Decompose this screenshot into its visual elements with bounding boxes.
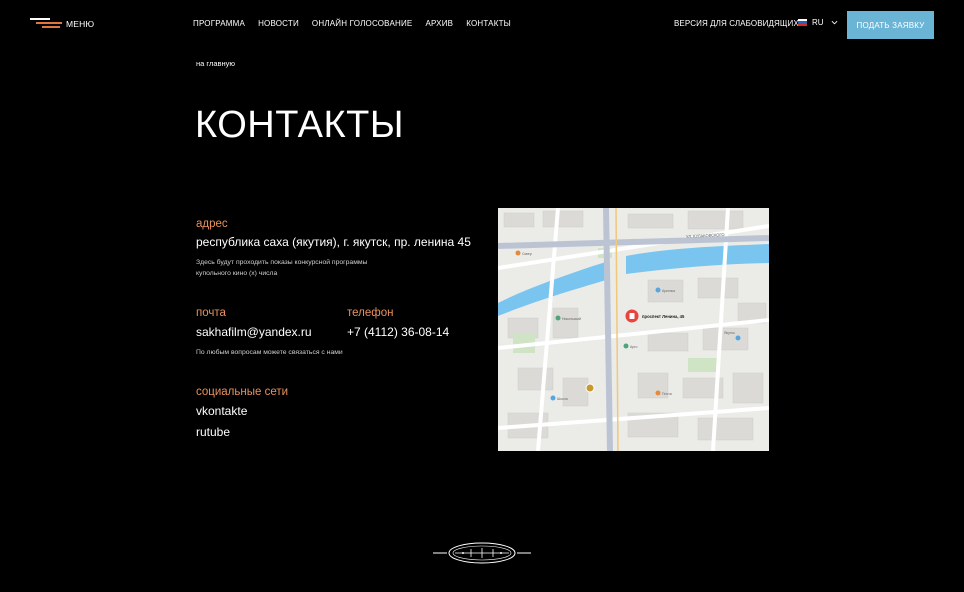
accessibility-version-link[interactable]: ВЕРСИЯ ДЛЯ СЛАБОВИДЯЩИХ	[674, 19, 799, 28]
contact-note: По любым вопросам можете связаться с нам…	[196, 349, 343, 356]
russia-flag-icon	[798, 19, 807, 26]
map-place-label: Арктика	[662, 289, 675, 293]
map-pin-label: проспект Ленина, 45	[642, 314, 685, 319]
map-place-label: Почта	[662, 392, 672, 396]
phone-link[interactable]: +7 (4112) 36-08-14	[347, 325, 449, 339]
chevron-down-icon	[831, 20, 837, 25]
vkontakte-link[interactable]: vkontakte	[196, 404, 247, 418]
address-value: республика саха (якутия), г. якутск, пр.…	[196, 235, 471, 249]
phone-label: телефон	[347, 307, 394, 319]
email-label: почта	[196, 307, 226, 319]
submit-application-button[interactable]: ПОДАТЬ ЗАЯВКУ	[847, 11, 934, 39]
main-nav: ПРОГРАММА НОВОСТИ ОНЛАЙН ГОЛОСОВАНИЕ АРХ…	[193, 19, 524, 28]
address-note-line-2: купольного кино (х) числа	[196, 270, 278, 277]
rutube-link[interactable]: rutube	[196, 425, 230, 439]
menu-button[interactable]: МЕНЮ	[30, 17, 94, 31]
language-label: RU	[812, 18, 824, 27]
location-pin-icon	[625, 309, 639, 323]
nav-contacts[interactable]: КОНТАКТЫ	[466, 19, 511, 28]
header: МЕНЮ ПРОГРАММА НОВОСТИ ОНЛАЙН ГОЛОСОВАНИ…	[0, 0, 964, 48]
nav-online-voting[interactable]: ОНЛАЙН ГОЛОСОВАНИЕ	[312, 19, 413, 28]
footer-ornament-icon	[433, 542, 531, 564]
language-selector[interactable]: RU	[798, 18, 838, 27]
email-link[interactable]: sakhafilm@yandex.ru	[196, 325, 312, 339]
hamburger-icon	[30, 17, 62, 31]
nav-news[interactable]: НОВОСТИ	[258, 19, 299, 28]
map-place-label: Сквер	[522, 252, 532, 256]
nav-archive[interactable]: АРХИВ	[425, 19, 453, 28]
address-note-line-1: Здесь будут проходить показы конкурсной …	[196, 259, 368, 266]
nav-program[interactable]: ПРОГРАММА	[193, 19, 245, 28]
breadcrumb-home-link[interactable]: на главную	[196, 59, 235, 68]
social-label: социальные сети	[196, 386, 289, 398]
map-place-label: Арго	[630, 345, 637, 349]
map-place-label: Школа	[557, 397, 568, 401]
address-label: адрес	[196, 218, 228, 230]
map-place-label: Никольский	[562, 317, 581, 321]
location-map[interactable]: УЛ. КУЛАКОВСКОГО Арктика Никольский Арго…	[498, 208, 769, 451]
page-title: КОНТАКТЫ	[195, 104, 404, 146]
address-note: Здесь будут проходить показы конкурсной …	[196, 257, 367, 279]
map-place-label: Якутск	[724, 331, 735, 335]
menu-label: МЕНЮ	[66, 19, 95, 29]
map-canvas: УЛ. КУЛАКОВСКОГО Арктика Никольский Арго…	[498, 208, 769, 451]
